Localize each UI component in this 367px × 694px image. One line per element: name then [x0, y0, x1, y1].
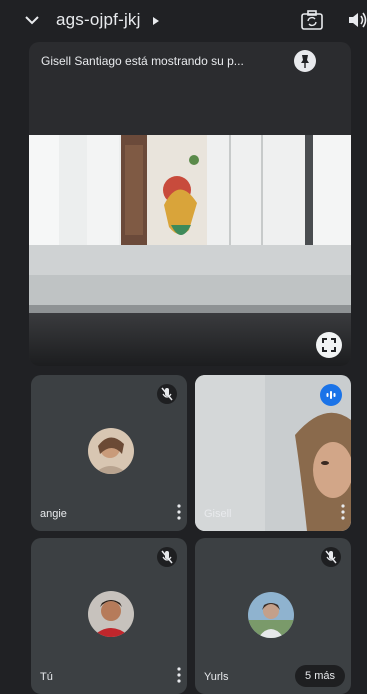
presentation-shade: [29, 313, 351, 366]
participant-name: Yurls: [204, 671, 229, 683]
fullscreen-button[interactable]: [316, 332, 342, 358]
participant-name: Gisell: [204, 508, 232, 520]
participant-tile[interactable]: Tú: [31, 538, 187, 694]
mic-off-indicator: [157, 384, 177, 404]
participant-name: Tú: [40, 671, 53, 683]
pin-icon: [301, 55, 309, 68]
shared-screen-image: [29, 135, 351, 313]
participant-tile[interactable]: Gisell: [195, 375, 351, 531]
avatar: [88, 591, 134, 637]
mic-off-icon: [325, 550, 337, 564]
pin-button[interactable]: [294, 50, 316, 72]
speaking-indicator: [320, 384, 342, 406]
shared-screen-video: [29, 135, 351, 313]
avatar: [248, 592, 294, 638]
mic-off-icon: [161, 550, 173, 564]
more-vert-icon[interactable]: [177, 504, 181, 520]
more-vert-icon[interactable]: [177, 667, 181, 683]
mic-off-icon: [161, 387, 173, 401]
avatar: [88, 428, 134, 474]
camera-flip-icon[interactable]: [300, 9, 324, 31]
fullscreen-icon: [322, 338, 336, 352]
chevron-down-icon[interactable]: [24, 12, 40, 28]
mic-off-indicator: [321, 547, 341, 567]
more-vert-icon[interactable]: [341, 504, 345, 520]
more-participants-badge[interactable]: 5 más: [295, 665, 345, 687]
presentation-tile[interactable]: Gisell Santiago está mostrando su p...: [29, 42, 351, 366]
caret-right-icon[interactable]: [152, 16, 160, 26]
presentation-caption: Gisell Santiago está mostrando su p...: [41, 54, 244, 68]
top-bar: ags-ojpf-jkj: [0, 0, 367, 42]
meeting-code[interactable]: ags-ojpf-jkj: [56, 10, 141, 30]
participant-tile[interactable]: Yurls 5 más: [195, 538, 351, 694]
audio-level-icon: [326, 391, 336, 399]
mic-off-indicator: [157, 547, 177, 567]
speaker-icon[interactable]: [348, 11, 367, 29]
participant-name: angie: [40, 508, 67, 520]
participant-tile[interactable]: angie: [31, 375, 187, 531]
